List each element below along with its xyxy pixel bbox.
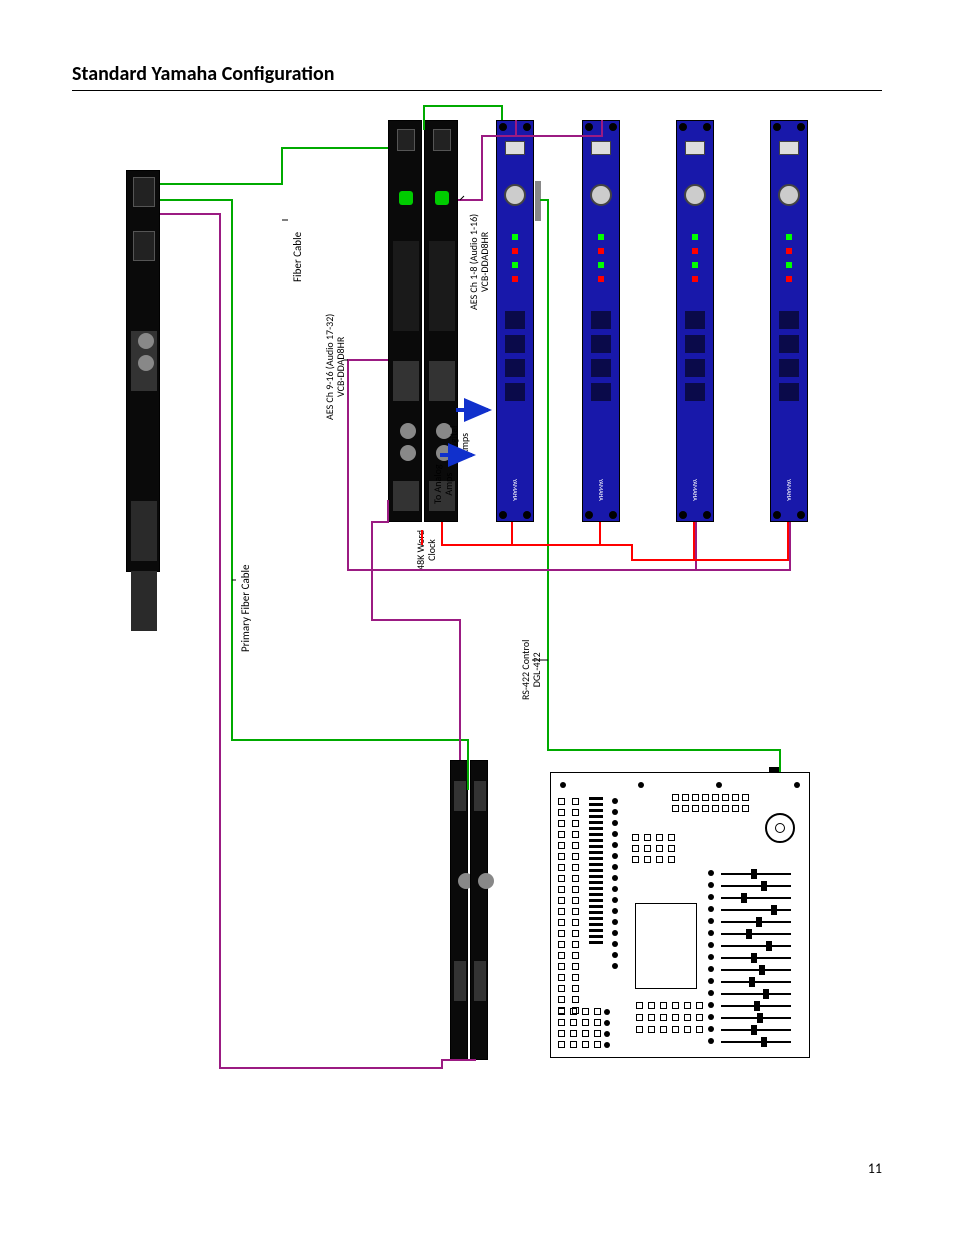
dsp-rack-a bbox=[388, 120, 422, 522]
label-primary-fiber: Primary Fiber Cable bbox=[240, 564, 252, 652]
label-aes-1-8: AES Ch 1-8 (Audio 1-16) VCB-DDAD8HR bbox=[468, 214, 490, 310]
page-title: Standard Yamaha Configuration bbox=[72, 62, 335, 86]
label-aes-9-16: AES Ch 9-16 (Audio 17-32) VCB-DDAD8HR bbox=[324, 314, 346, 420]
title-divider bbox=[72, 90, 882, 91]
io-card-b bbox=[470, 760, 488, 1060]
page-number: 11 bbox=[868, 1160, 882, 1177]
yamaha-amp-4: YAMAHA bbox=[770, 120, 808, 522]
io-card-a bbox=[450, 760, 468, 1060]
yamaha-amp-2: YAMAHA bbox=[582, 120, 620, 522]
fiber-switch-device bbox=[126, 170, 160, 572]
yamaha-amp-1: YAMAHA bbox=[496, 120, 534, 522]
mixer-console bbox=[550, 772, 810, 1058]
label-wordclock: 48K Word Clock bbox=[415, 530, 437, 570]
label-fiber-cable: Fiber Cable bbox=[292, 232, 304, 282]
label-to-digital: To Digital Amps bbox=[448, 426, 470, 463]
wiring-diagram: YAMAHA YAMAHA bbox=[72, 100, 882, 1080]
label-to-analog: To Analog Amps bbox=[432, 464, 454, 504]
yamaha-amp-3: YAMAHA bbox=[676, 120, 714, 522]
label-rs422: RS-422 Control DGL-422 bbox=[520, 640, 542, 700]
